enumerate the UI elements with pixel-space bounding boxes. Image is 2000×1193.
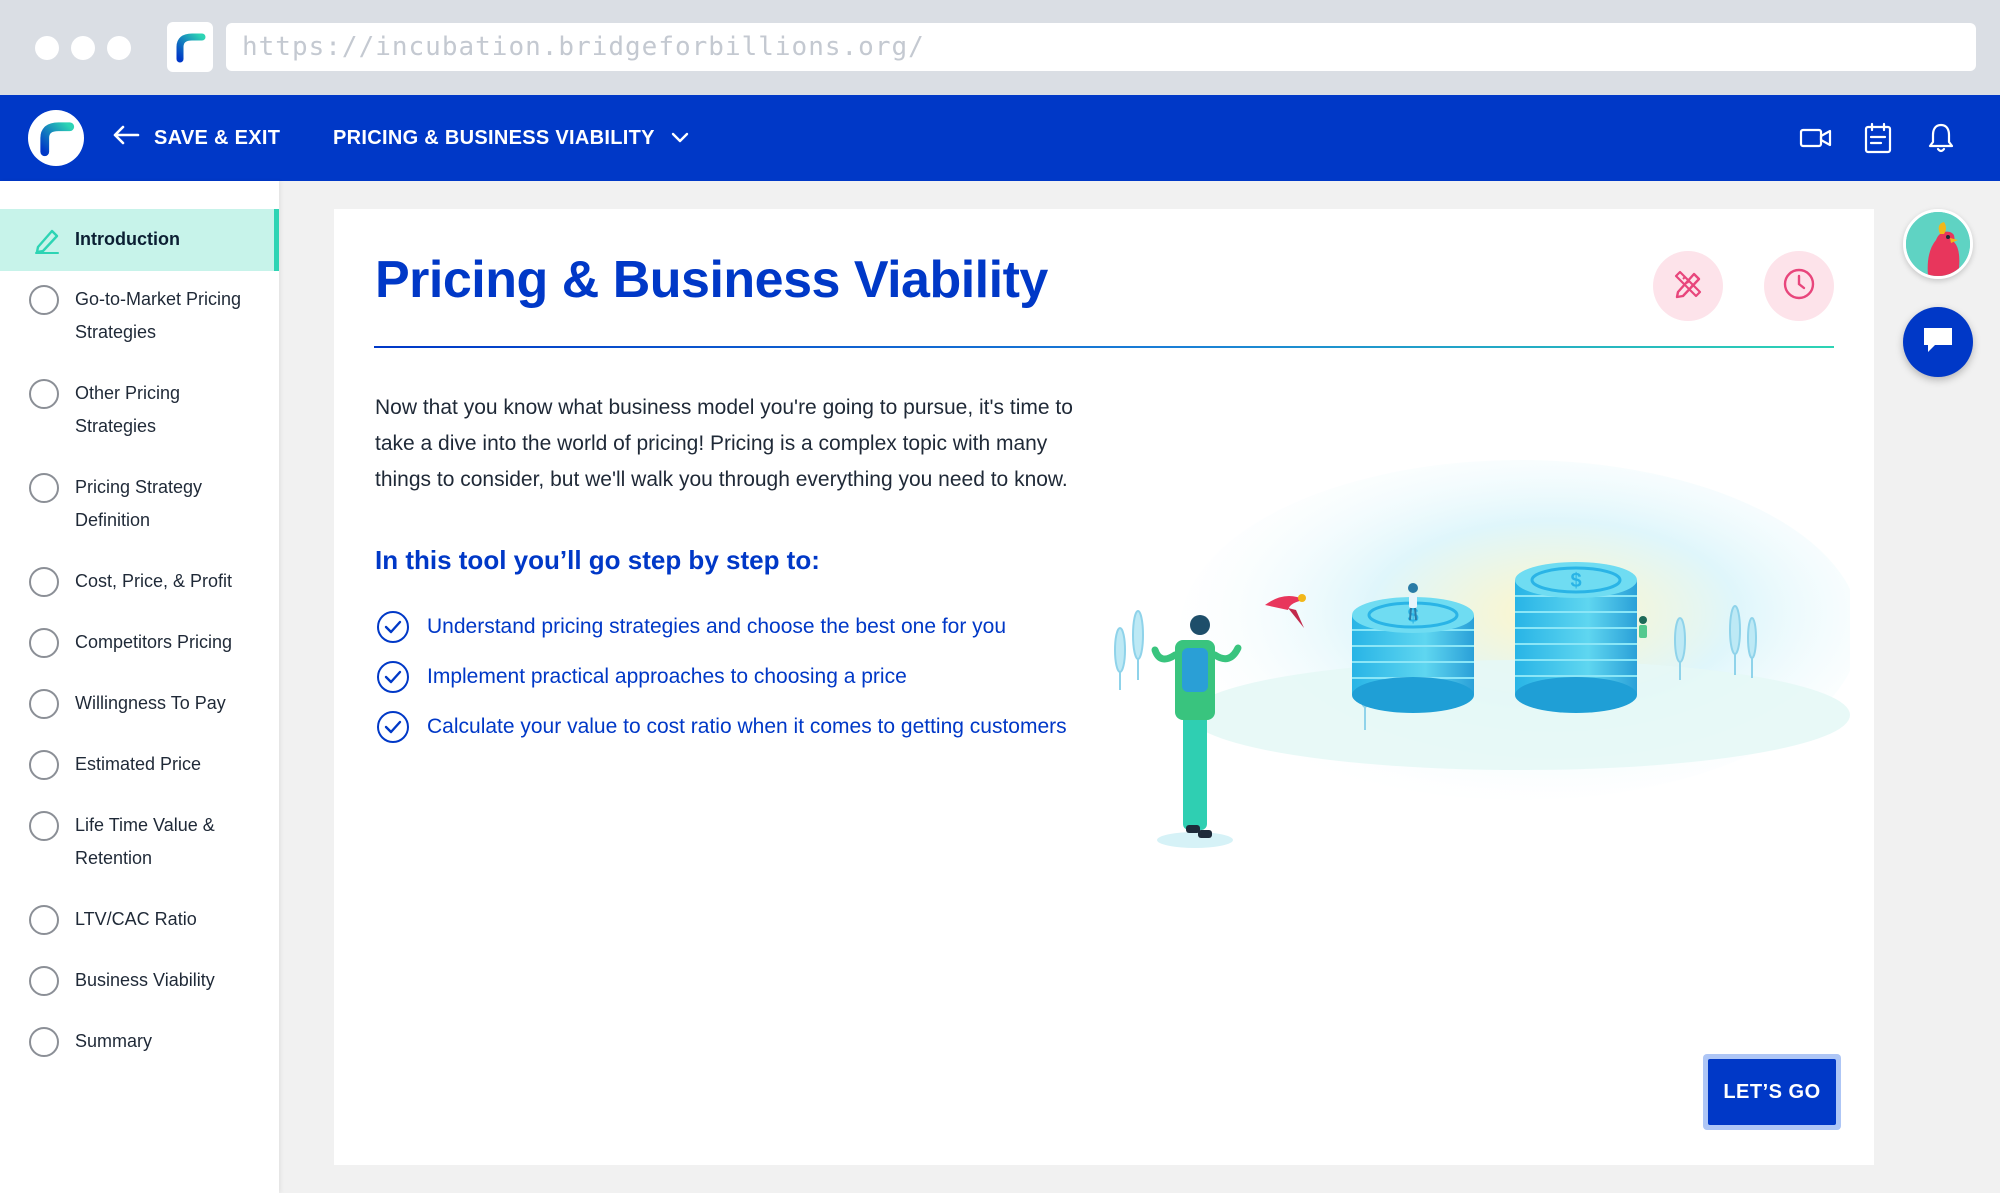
- step-text: Calculate your value to cost ratio when …: [427, 715, 1067, 738]
- sidebar-item-label: LTV/CAC Ratio: [75, 909, 197, 929]
- sidebar-item-go-to-market-pricing[interactable]: Go-to-Market Pricing Strategies: [0, 281, 279, 351]
- chat-button[interactable]: [1903, 307, 1973, 377]
- sidebar-item-business-viability[interactable]: Business Viability: [0, 962, 279, 1002]
- svg-text:$: $: [1407, 605, 1418, 627]
- pricing-illustration: $ $: [1090, 450, 1860, 860]
- svg-text:$: $: [1570, 570, 1581, 592]
- sidebar-item-introduction[interactable]: Introduction: [0, 209, 279, 271]
- check-circle-icon: [377, 611, 409, 643]
- sidebar-item-willingness-to-pay[interactable]: Willingness To Pay: [0, 685, 279, 725]
- timer-button[interactable]: [1764, 251, 1834, 321]
- step-status-circle: [29, 966, 59, 996]
- window-close-dot[interactable]: [35, 36, 59, 60]
- arrow-left-icon: [112, 124, 140, 152]
- sidebar-item-estimated-price[interactable]: Estimated Price: [0, 746, 279, 786]
- calendar-icon[interactable]: [1859, 119, 1897, 157]
- pencil-ruler-icon: [1670, 266, 1706, 307]
- save-exit-label: SAVE & EXIT: [154, 126, 281, 149]
- sidebar: Introduction Go-to-Market Pricing Strate…: [0, 181, 279, 1193]
- lets-go-button[interactable]: LET’S GO: [1703, 1054, 1841, 1130]
- sidebar-item-label: Introduction: [75, 229, 180, 249]
- step-status-circle: [29, 628, 59, 658]
- step-status-circle: [29, 567, 59, 597]
- sidebar-item-label: Willingness To Pay: [75, 693, 226, 713]
- check-circle-icon: [377, 661, 409, 693]
- check-circle-icon: [377, 711, 409, 743]
- chat-bubble-icon: [1921, 325, 1955, 360]
- sidebar-item-pricing-strategy-definition[interactable]: Pricing Strategy Definition: [0, 469, 279, 539]
- sidebar-item-label: Cost, Price, & Profit: [75, 571, 233, 591]
- sidebar-item-label: Pricing Strategy Definition: [75, 477, 203, 530]
- step-text: Implement practical approaches to choosi…: [427, 665, 907, 688]
- user-avatar[interactable]: [1903, 209, 1973, 279]
- step-text: Understand pricing strategies and choose…: [427, 615, 1007, 638]
- sidebar-item-cost-price-profit[interactable]: Cost, Price, & Profit: [0, 563, 279, 603]
- favicon-icon: [167, 22, 213, 72]
- lets-go-label: LET’S GO: [1708, 1059, 1836, 1125]
- step-status-circle: [29, 379, 59, 409]
- step-item: Calculate your value to cost ratio when …: [377, 710, 1067, 744]
- step-status-circle: [29, 473, 59, 503]
- step-status-circle: [29, 750, 59, 780]
- sidebar-item-other-pricing[interactable]: Other Pricing Strategies: [0, 375, 279, 445]
- chevron-down-icon: [671, 127, 689, 150]
- address-bar[interactable]: https://incubation.bridgeforbillions.org…: [226, 23, 1976, 71]
- tools-button[interactable]: [1653, 251, 1723, 321]
- sidebar-item-label: Other Pricing Strategies: [75, 383, 181, 436]
- title-divider: [374, 346, 1834, 348]
- sidebar-item-ltv-cac-ratio[interactable]: LTV/CAC Ratio: [0, 901, 279, 941]
- bell-icon[interactable]: [1922, 119, 1960, 157]
- browser-chrome: https://incubation.bridgeforbillions.org…: [0, 0, 2000, 95]
- sidebar-item-competitors-pricing[interactable]: Competitors Pricing: [0, 624, 279, 664]
- window-minimize-dot[interactable]: [71, 36, 95, 60]
- sidebar-item-label: Business Viability: [75, 970, 215, 990]
- step-status-circle: [29, 811, 59, 841]
- app-header: SAVE & EXIT PRICING & BUSINESS VIABILITY: [0, 95, 2000, 181]
- tool-selector-dropdown[interactable]: PRICING & BUSINESS VIABILITY: [333, 95, 689, 181]
- step-item: Implement practical approaches to choosi…: [377, 660, 907, 694]
- intro-paragraph: Now that you know what business model yo…: [375, 396, 1073, 491]
- sidebar-item-label: Life Time Value & Retention: [75, 815, 215, 868]
- app-logo-icon[interactable]: [28, 110, 84, 166]
- sidebar-item-lifetime-value-retention[interactable]: Life Time Value & Retention: [0, 807, 279, 877]
- sidebar-item-summary[interactable]: Summary: [0, 1023, 279, 1063]
- step-item: Understand pricing strategies and choose…: [377, 610, 1006, 644]
- pencil-icon: [32, 225, 62, 260]
- step-status-circle: [29, 689, 59, 719]
- step-status-circle: [29, 905, 59, 935]
- address-url: https://incubation.bridgeforbillions.org…: [242, 32, 925, 62]
- sidebar-item-label: Estimated Price: [75, 754, 202, 774]
- clock-icon: [1781, 266, 1817, 307]
- steps-heading: In this tool you’ll go step by step to:: [375, 545, 820, 575]
- sidebar-item-label: Go-to-Market Pricing Strategies: [75, 289, 242, 342]
- sidebar-item-label: Summary: [75, 1031, 153, 1051]
- video-icon[interactable]: [1797, 119, 1835, 157]
- sidebar-item-label: Competitors Pricing: [75, 632, 233, 652]
- tool-title: PRICING & BUSINESS VIABILITY: [333, 126, 655, 149]
- page-title: Pricing & Business Viability: [375, 251, 1048, 309]
- step-status-circle: [29, 1027, 59, 1057]
- step-status-circle: [29, 285, 59, 315]
- window-maximize-dot[interactable]: [107, 36, 131, 60]
- save-exit-button[interactable]: SAVE & EXIT: [112, 95, 280, 181]
